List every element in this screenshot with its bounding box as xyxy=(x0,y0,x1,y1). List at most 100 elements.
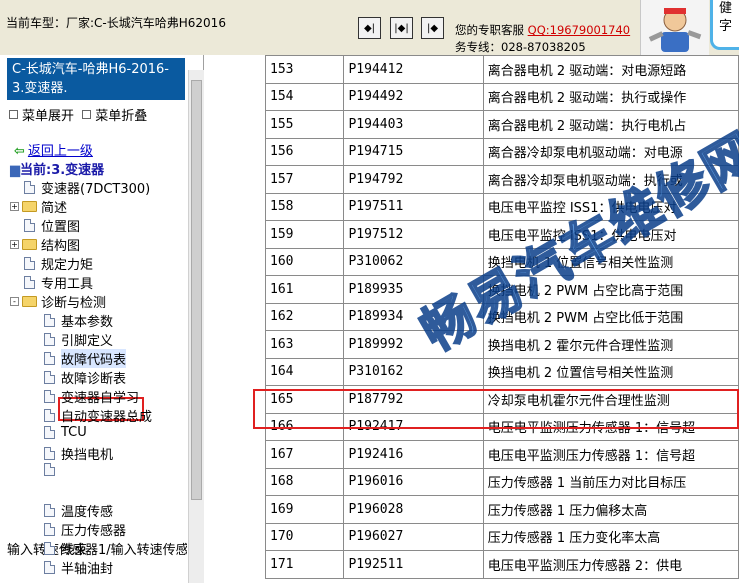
table-row[interactable]: 163 P189992 换挡电机 2 霍尔元件合理性监测 xyxy=(264,330,739,359)
fault-description-cell: 换挡电机 2 霍尔元件合理性监测 xyxy=(482,330,739,359)
row-number-cell: 157 xyxy=(264,165,345,194)
tree-item[interactable]: 规定力矩 xyxy=(24,254,93,273)
table-row[interactable]: 153 P194412 离合器电机 2 驱动端：对电源短路 xyxy=(264,55,739,84)
tree-item[interactable]: 故障诊断表 xyxy=(44,368,126,387)
row-number-cell: 158 xyxy=(264,192,345,221)
nav-first-button[interactable]: ◆| xyxy=(358,17,381,39)
tree-item[interactable]: + 简述 xyxy=(10,197,67,216)
menu-expand-button[interactable]: 菜单展开 xyxy=(22,109,74,124)
tree-item[interactable]: TCU xyxy=(44,425,87,440)
tree-item-label: 故障诊断表 xyxy=(61,372,127,387)
document-icon xyxy=(44,561,55,574)
fault-description-cell: 压力传感器 1 压力变化率太高 xyxy=(482,522,739,551)
fault-code-cell: P194792 xyxy=(343,165,484,194)
document-icon xyxy=(24,181,35,194)
tree-item[interactable]: 专用工具 xyxy=(24,273,93,292)
row-number-cell: 164 xyxy=(264,357,345,386)
folder-icon xyxy=(22,239,37,250)
folder-icon xyxy=(22,201,37,212)
document-icon xyxy=(44,426,55,439)
expand-icon xyxy=(9,110,18,119)
fault-code-cell: P310162 xyxy=(343,357,484,386)
fault-code-cell: P196016 xyxy=(343,467,484,496)
document-icon xyxy=(44,523,55,536)
tree-item[interactable]: 半轴油封 xyxy=(44,558,113,577)
table-row[interactable]: 164 P310162 换挡电机 2 位置信号相关性监测 xyxy=(264,357,739,386)
fault-code-cell: P194412 xyxy=(343,55,484,84)
expand-plus-icon[interactable]: + xyxy=(10,202,19,211)
table-row[interactable]: 167 P192416 电压电平监测压力传感器 1：信号超 xyxy=(264,440,739,469)
table-row[interactable]: 168 P196016 压力传感器 1 当前压力对比目标压 xyxy=(264,467,739,496)
fault-description-cell: 离合器电机 2 驱动端：对电源短路 xyxy=(482,55,739,84)
fault-code-cell: P194492 xyxy=(343,82,484,111)
table-row[interactable]: 155 P194403 离合器电机 2 驱动端：执行电机占 xyxy=(264,110,739,139)
tree-item[interactable]: 基本参数 xyxy=(44,311,113,330)
header-bar: 当前车型：厂家:C-长城汽车哈弗H62016 ◆| |◆| |◆ 您的专职客服 … xyxy=(0,0,739,55)
tree-item[interactable]: 故障代码表 xyxy=(44,349,127,368)
tree-pane: C-长城汽车-哈弗H6-2016-3.变速器. 菜单展开 菜单折叠 ⇦ 返回上一级… xyxy=(0,55,204,583)
tree-item-label: 自动变速器总成 xyxy=(61,410,153,425)
tree-item[interactable]: 线束 xyxy=(44,539,87,558)
tree-item[interactable]: 换挡电机 xyxy=(44,444,113,463)
table-row[interactable]: 171 P192511 电压电平监测压力传感器 2：供电 xyxy=(264,550,739,579)
tree-item[interactable]: 温度传感 xyxy=(44,501,113,520)
tree-item[interactable] xyxy=(44,463,61,476)
document-icon xyxy=(24,276,35,289)
tree-item-label: 半轴油封 xyxy=(61,562,114,577)
row-number-cell: 162 xyxy=(264,302,345,331)
menu-toggle-row: 菜单展开 菜单折叠 xyxy=(9,105,147,124)
qq-link[interactable]: QQ:19679001740 xyxy=(528,23,630,37)
tree-item-label: 故障代码表 xyxy=(61,349,127,368)
tree-item[interactable]: 自动变速器总成 xyxy=(44,406,152,425)
left-scrollbar-thumb[interactable] xyxy=(191,80,202,500)
tree-item[interactable]: 位置图 xyxy=(24,216,80,235)
document-icon xyxy=(24,257,35,270)
root-icon: ▆ xyxy=(10,163,20,178)
fault-description-cell: 压力传感器 1 当前压力对比目标压 xyxy=(482,467,739,496)
fault-code-cell: P197511 xyxy=(343,192,484,221)
nav-last-button[interactable]: |◆ xyxy=(421,17,444,39)
highlight-box-row xyxy=(253,389,739,429)
tree-item[interactable]: 变速器(7DCT300) xyxy=(24,178,150,197)
selected-path-box: C-长城汽车-哈弗H6-2016-3.变速器. xyxy=(7,58,185,100)
table-row[interactable]: 170 P196027 压力传感器 1 压力变化率太高 xyxy=(264,522,739,551)
collapse-minus-icon[interactable]: - xyxy=(10,297,19,306)
nav-middle-button[interactable]: |◆| xyxy=(390,17,413,39)
row-number-cell: 159 xyxy=(264,220,345,249)
table-row[interactable]: 154 P194492 离合器电机 2 驱动端：执行或操作 xyxy=(264,82,739,111)
collapse-icon xyxy=(82,110,92,119)
fault-description-cell: 离合器电机 2 驱动端：执行或操作 xyxy=(482,82,739,111)
tree-item-label: 诊断与检测 xyxy=(41,296,107,311)
tree-item-label: 专用工具 xyxy=(41,277,94,292)
document-icon xyxy=(44,409,55,422)
left-scrollbar[interactable] xyxy=(188,70,204,583)
tree-item-label: 换挡电机 xyxy=(61,448,114,463)
fault-code-cell: P194403 xyxy=(343,110,484,139)
table-row[interactable]: 169 P196028 压力传感器 1 压力偏移太高 xyxy=(264,495,739,524)
back-arrow-icon: ⇦ xyxy=(14,144,25,159)
tree-item[interactable]: + 结构图 xyxy=(10,235,80,254)
back-link[interactable]: ⇦ 返回上一级 xyxy=(14,140,93,159)
row-number-cell: 156 xyxy=(264,137,345,166)
tree-item[interactable]: 引脚定义 xyxy=(44,330,113,349)
current-node-label: ▆当前:3.变速器 xyxy=(10,163,105,178)
row-number-cell: 170 xyxy=(264,522,345,551)
document-icon xyxy=(44,447,55,460)
row-number-cell: 161 xyxy=(264,275,345,304)
row-number-cell: 163 xyxy=(264,330,345,359)
service-label: 您的专职客服 xyxy=(455,23,524,37)
expand-plus-icon[interactable]: + xyxy=(10,240,19,249)
row-number-cell: 167 xyxy=(264,440,345,469)
document-icon xyxy=(44,463,55,476)
tree-item-label: 变速器(7DCT300) xyxy=(41,182,151,197)
fault-description-cell: 电压电平监测压力传感器 2：供电 xyxy=(482,550,739,579)
fault-description-cell: 电压电平监测压力传感器 1：信号超 xyxy=(482,440,739,469)
menu-collapse-button[interactable]: 菜单折叠 xyxy=(95,109,147,124)
document-icon xyxy=(44,504,55,517)
tree-item-speed-sensor[interactable]: 输入转速传感器1/输入转速传感器 xyxy=(7,539,187,558)
document-icon xyxy=(44,333,55,346)
tree-item[interactable]: 变速器自学习 xyxy=(44,387,139,406)
tree-item[interactable]: 压力传感器 xyxy=(44,520,126,539)
row-number-cell: 160 xyxy=(264,247,345,276)
tree-item[interactable]: - 诊断与检测 xyxy=(10,292,106,311)
